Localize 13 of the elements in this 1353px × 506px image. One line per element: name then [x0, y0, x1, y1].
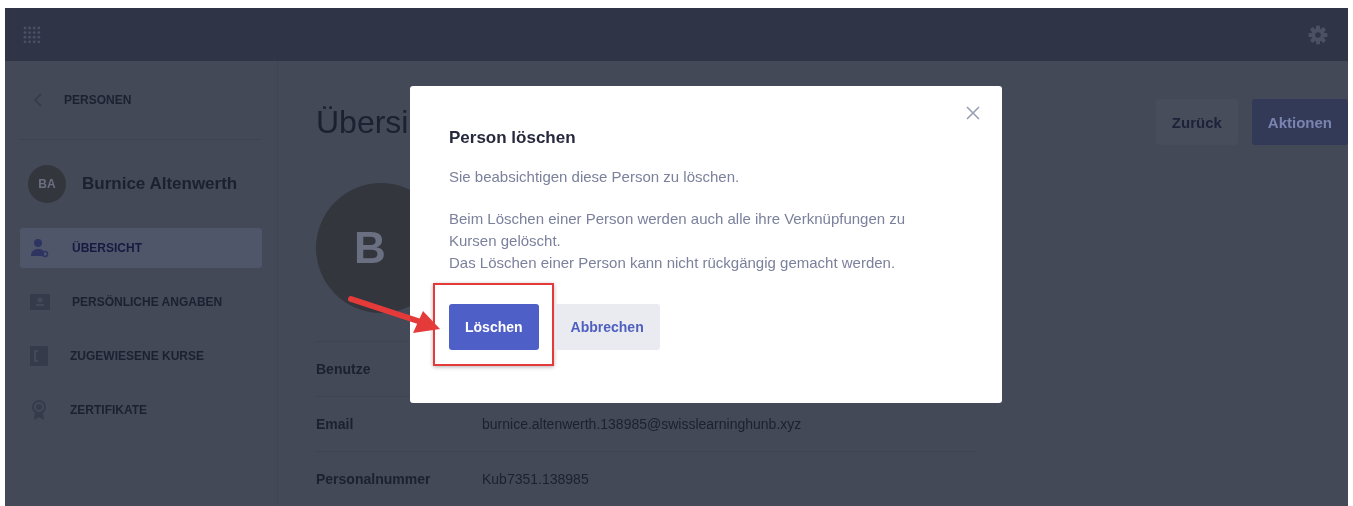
dialog-text: Sie beabsichtigen diese Person zu löschen. — [449, 167, 741, 187]
dialog-text: Beim Löschen einer Person werden auch alle ihre Verknüpfungen zu Kursen gelöscht. — [449, 209, 907, 251]
close-icon[interactable] — [966, 106, 980, 120]
person-search-icon — [30, 238, 50, 258]
sidebar-item[interactable]: ÜBERSICHT — [20, 228, 262, 268]
dialog-text: Das Löschen einer Person kann nicht rückgängig gemacht werden. — [449, 253, 897, 273]
settings-icon[interactable] — [1308, 24, 1328, 45]
app-grid-icon[interactable] — [23, 25, 41, 44]
actions-button[interactable]: Aktionen — [1251, 99, 1348, 145]
cancel-button[interactable]: Abbrechen — [554, 304, 660, 350]
delete-button[interactable]: Löschen — [449, 304, 539, 350]
dialog-title: Person löschen — [449, 128, 577, 148]
person-avatar: BA — [28, 165, 66, 203]
